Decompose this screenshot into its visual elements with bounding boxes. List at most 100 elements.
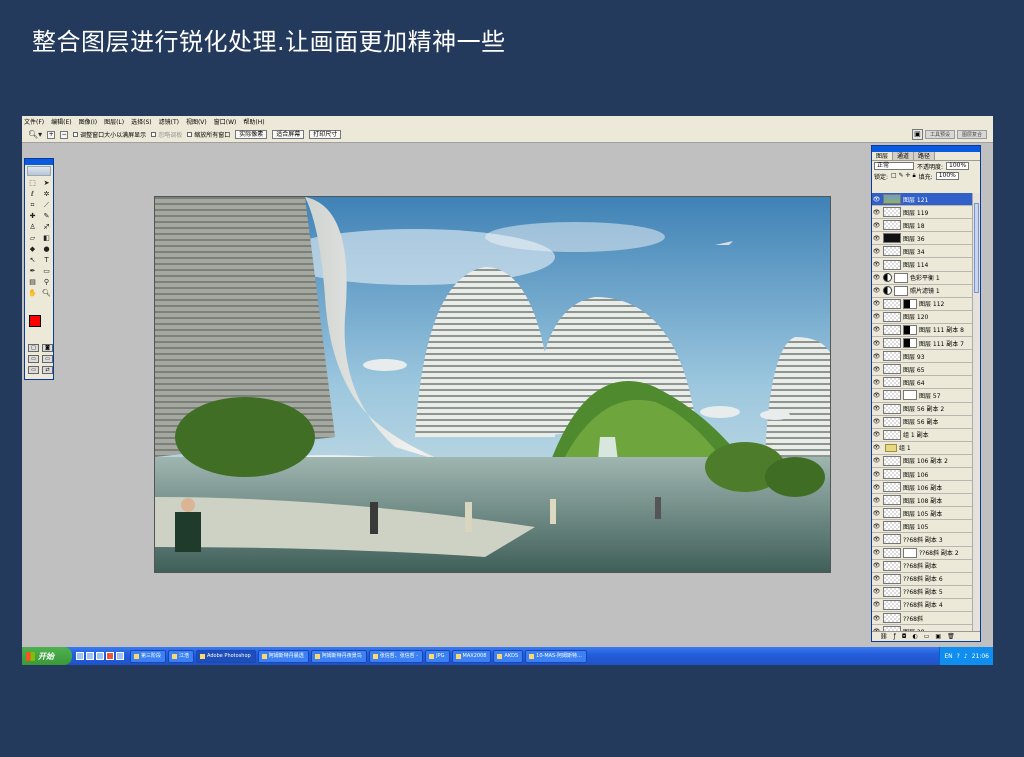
shape-tool-icon[interactable]: ▭ (40, 266, 53, 277)
layer-row[interactable]: 👁︎ 图层 108 副本 (872, 494, 972, 508)
layer-row[interactable]: 👁︎ 图层 114 (872, 258, 972, 272)
layer-row[interactable]: 👁︎ 图层 18 (872, 219, 972, 233)
layer-thumbnail[interactable] (883, 338, 901, 349)
layer-thumbnail[interactable] (883, 311, 901, 322)
visibility-eye-icon[interactable]: 👁︎ (872, 379, 881, 386)
layer-thumbnail[interactable] (883, 613, 901, 624)
visibility-eye-icon[interactable]: 👁︎ (872, 615, 881, 622)
visibility-eye-icon[interactable]: 👁︎ (872, 510, 881, 517)
layer-row[interactable]: 👁︎ 色彩平衡 1 (872, 272, 972, 285)
actual-pixels-button[interactable]: 实际像素 (235, 130, 268, 139)
dodge-tool-icon[interactable]: ● (40, 244, 53, 255)
scroll-thumb[interactable] (974, 203, 979, 293)
layer-mask-thumbnail[interactable] (903, 324, 917, 335)
blur-tool-icon[interactable]: ◆ (26, 244, 39, 255)
eraser-tool-icon[interactable]: ▱ (26, 233, 39, 244)
visibility-eye-icon[interactable]: 👁︎ (872, 353, 881, 360)
visibility-eye-icon[interactable]: 👁︎ (872, 431, 881, 438)
menu-image[interactable]: 图像(I) (79, 117, 97, 126)
zoom-tool-icon[interactable]: 🔍︎▾ (28, 130, 42, 139)
visibility-eye-icon[interactable]: 👁︎ (872, 340, 881, 347)
visibility-eye-icon[interactable]: 👁︎ (872, 392, 881, 399)
path-select-tool-icon[interactable]: ↖ (26, 255, 39, 266)
layer-row[interactable]: 👁︎ 图层 111 副本 8 (872, 324, 972, 338)
visibility-eye-icon[interactable]: 👁︎ (872, 300, 881, 307)
tab-paths[interactable]: 路径 (914, 152, 936, 160)
layers-scrollbar[interactable] (972, 193, 980, 631)
layer-mask-thumbnail[interactable] (903, 298, 917, 309)
marquee-tool-icon[interactable]: ⬚ (26, 178, 39, 189)
taskbar-button[interactable]: AKDS (493, 649, 524, 663)
file-browser-icon[interactable]: ▣ (911, 129, 923, 140)
layer-mask-thumbnail[interactable] (903, 547, 917, 558)
layer-row[interactable]: 👁︎ ??68斜 副本 (872, 560, 972, 573)
layer-row[interactable]: 👁︎ 图层 119 (872, 206, 972, 220)
layer-thumbnail[interactable] (883, 455, 901, 466)
layer-thumbnail[interactable] (883, 495, 901, 506)
eyedropper-tool-icon[interactable]: ⚲ (40, 277, 53, 288)
history-brush-tool-icon[interactable]: ♐ (40, 222, 53, 233)
menu-help[interactable]: 帮助(H) (243, 117, 264, 126)
layer-thumbnail[interactable] (883, 194, 901, 205)
visibility-eye-icon[interactable]: 👁︎ (872, 484, 881, 491)
visibility-eye-icon[interactable]: 👁︎ (872, 523, 881, 530)
toolbox-titlebar[interactable] (25, 159, 53, 165)
ime-indicator[interactable]: EN (944, 653, 952, 660)
taskbar-button[interactable]: 张信哲、张信哲 - (368, 649, 424, 663)
visibility-eye-icon[interactable]: 👁︎ (872, 235, 881, 242)
layer-row[interactable]: 👁︎ 组 1 (872, 442, 972, 455)
layer-row[interactable]: 👁︎ ??68斜 副本 4 (872, 599, 972, 612)
layer-thumbnail[interactable] (883, 246, 901, 257)
visibility-eye-icon[interactable]: 👁︎ (872, 536, 881, 543)
layer-row[interactable]: 👁︎ 图层 56 副本 2 (872, 403, 972, 416)
add-mask-icon[interactable]: ◘ (902, 633, 907, 640)
new-layer-icon[interactable]: ▣ (935, 633, 941, 640)
layer-thumbnail[interactable] (883, 599, 901, 610)
screen-mode-3-icon[interactable]: ▭ (28, 366, 39, 374)
layer-thumbnail[interactable] (883, 534, 901, 545)
layer-thumbnail[interactable] (883, 324, 901, 335)
layer-mask-thumbnail[interactable] (894, 272, 908, 283)
zoom-all-windows-checkbox[interactable]: 缩放所有窗口 (187, 130, 230, 139)
foreground-color-swatch[interactable] (29, 315, 41, 327)
layer-row[interactable]: 👁︎ 图层 105 副本 (872, 507, 972, 521)
layer-thumbnail[interactable] (883, 220, 901, 231)
layer-thumbnail[interactable] (883, 573, 901, 584)
menu-window[interactable]: 窗口(W) (214, 117, 237, 126)
gradient-tool-icon[interactable]: ◧ (40, 233, 53, 244)
layer-row[interactable]: 👁︎ ??68斜 副本 6 (872, 573, 972, 586)
layer-thumbnail[interactable] (883, 521, 901, 532)
menu-layer[interactable]: 图层(L) (104, 117, 124, 126)
layer-thumbnail[interactable] (883, 403, 901, 414)
layer-row[interactable]: 👁︎ 图层 112 (872, 298, 972, 311)
lock-icons[interactable]: □ ✎ ✛ 🔒︎ (891, 172, 916, 180)
visibility-eye-icon[interactable]: 👁︎ (872, 274, 881, 281)
layer-thumbnail[interactable] (883, 390, 901, 401)
visibility-eye-icon[interactable]: 👁︎ (872, 471, 881, 478)
taskbar-button[interactable]: 第三阶段 (130, 649, 167, 663)
trash-icon[interactable]: 🗑 (947, 633, 955, 640)
layer-mask-thumbnail[interactable] (903, 338, 917, 349)
layer-thumbnail[interactable] (883, 298, 901, 309)
layer-comps-tab[interactable]: 图层复合 (956, 130, 987, 139)
taskbar-button[interactable]: Adobe Photoshop (196, 649, 256, 663)
layer-mask-thumbnail[interactable] (894, 285, 908, 296)
blend-mode-select[interactable]: 正常 (874, 162, 914, 170)
layer-thumbnail[interactable] (883, 351, 901, 362)
stamp-tool-icon[interactable]: ♙ (26, 222, 39, 233)
layer-row[interactable]: 👁︎ 图层 64 (872, 376, 972, 390)
layer-row[interactable]: 👁︎ 图层 106 (872, 468, 972, 482)
menu-select[interactable]: 选择(S) (131, 117, 152, 126)
document-canvas[interactable] (154, 196, 831, 573)
layer-row[interactable]: 👁︎ 图层 65 (872, 363, 972, 377)
visibility-eye-icon[interactable]: 👁︎ (872, 366, 881, 373)
menu-file[interactable]: 文件(F) (24, 117, 44, 126)
layer-row[interactable]: 👁︎ 图层 56 副本 (872, 416, 972, 429)
visibility-eye-icon[interactable]: 👁︎ (872, 209, 881, 216)
ie-icon[interactable] (86, 652, 94, 660)
layer-row[interactable]: 👁︎ 组 1 副本 (872, 429, 972, 442)
link-icon[interactable]: ⛓ (880, 633, 888, 640)
visibility-eye-icon[interactable]: 👁︎ (872, 601, 881, 608)
imageready-jump-icon[interactable]: ⇄ (42, 366, 53, 374)
layer-thumbnail[interactable] (883, 508, 901, 519)
